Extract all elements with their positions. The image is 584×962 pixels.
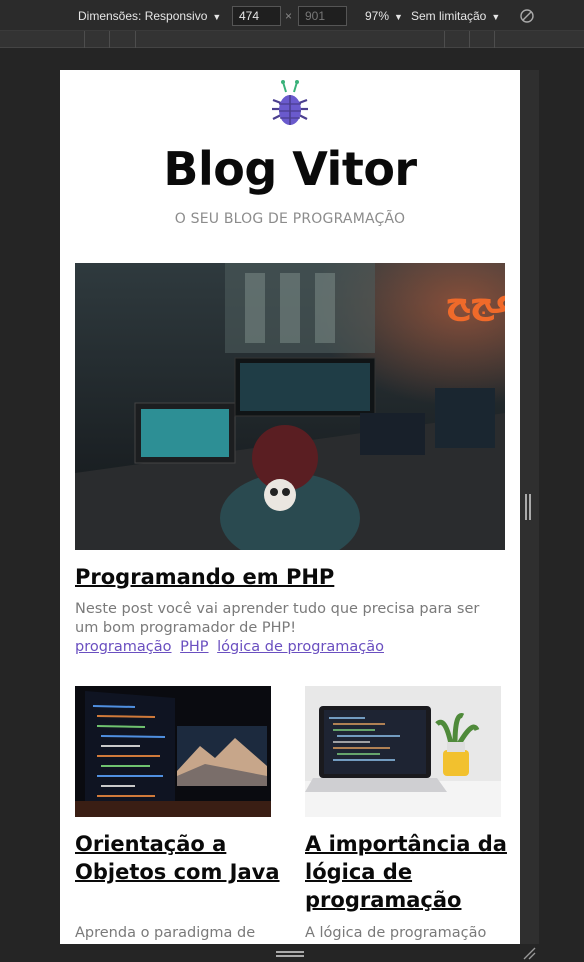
resize-handle-bottom[interactable] xyxy=(276,951,304,959)
resize-handle-right[interactable] xyxy=(525,494,533,520)
times-separator: × xyxy=(285,9,293,23)
media-query-ruler xyxy=(0,31,584,48)
throttle-dropdown[interactable]: Sem limitação ▼ xyxy=(411,9,500,23)
site-subtitle: O SEU BLOG DE PROGRAMAÇÃO xyxy=(174,211,406,227)
featured-post-image[interactable]: ﻋﺞﺢ xyxy=(75,263,505,550)
bug-icon xyxy=(272,80,308,125)
laptop-desk-photo xyxy=(305,686,501,817)
tag-link[interactable]: programação xyxy=(75,639,172,655)
tag-link[interactable]: PHP xyxy=(180,639,208,655)
featured-post-excerpt: Neste post você vai aprender tudo que pr… xyxy=(75,601,480,636)
caret-down-icon: ▼ xyxy=(491,12,501,22)
blog-page: Blog Vitor O SEU BLOG DE PROGRAMAÇÃO ﻋﺞﺢ xyxy=(60,70,520,944)
code-monitors-photo xyxy=(75,686,271,817)
post-card-image[interactable] xyxy=(75,686,271,817)
tag-link[interactable]: lógica de programação xyxy=(217,639,384,655)
post-card-title[interactable]: Orientação a Objetos com Java xyxy=(75,830,280,886)
height-input[interactable]: 901 xyxy=(298,6,347,26)
post-card-title[interactable]: A importância da lógica de programação xyxy=(305,830,510,914)
featured-post-tags: programação PHP lógica de programação xyxy=(75,639,388,655)
site-title: Blog Vitor xyxy=(163,142,417,196)
devtools-toolbar: Dimensões: Responsivo ▼ 474 × 901 97% ▼ Se… xyxy=(0,0,584,31)
width-input[interactable]: 474 xyxy=(232,6,281,26)
post-card-image[interactable] xyxy=(305,686,501,817)
resize-corner-icon[interactable] xyxy=(522,946,536,960)
post-card-excerpt: A lógica de programação xyxy=(305,925,487,941)
zoom-dropdown[interactable]: 97% ▼ xyxy=(365,9,403,23)
svg-text:ﻋﺞﺢ: ﻋﺞﺢ xyxy=(445,282,505,322)
caret-down-icon: ▼ xyxy=(394,12,403,22)
post-card-excerpt: Aprenda o paradigma de xyxy=(75,925,256,941)
dimensions-dropdown[interactable]: Dimensões: Responsivo ▼ xyxy=(78,9,221,23)
rotate-icon[interactable] xyxy=(519,8,535,24)
caret-down-icon: ▼ xyxy=(212,12,222,22)
hacker-workspace-photo: ﻋﺞﺢ xyxy=(75,263,505,550)
featured-post-title[interactable]: Programando em PHP xyxy=(75,565,334,589)
